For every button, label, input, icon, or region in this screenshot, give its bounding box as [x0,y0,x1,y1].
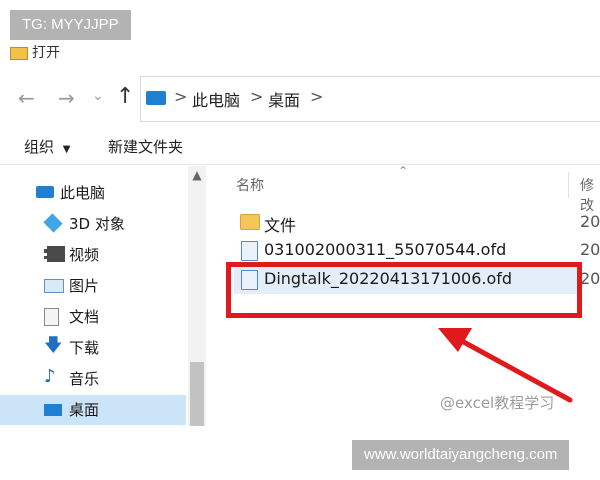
download-arrow-icon: 🡇 [44,335,63,356]
back-button[interactable]: ← [18,86,35,110]
window-title: 打开 [32,45,60,61]
sidebar-item-pictures[interactable]: 图片 [0,271,186,301]
scrollbar-thumb[interactable] [190,362,204,426]
sidebar-item-music[interactable]: ♪ 音乐 [0,364,186,394]
watermark-badge-top: TG: MYYJJPP [10,10,131,40]
sidebar-item-label: 此电脑 [60,184,106,202]
sidebar-item-this-pc[interactable]: 此电脑 [0,178,186,208]
this-pc-icon [36,186,54,198]
cube-3d-icon [43,213,63,233]
command-toolbar [0,128,600,165]
film-icon [44,246,65,262]
this-pc-icon [146,91,166,105]
sidebar-item-label: 下载 [69,339,100,357]
sidebar-item-desktop[interactable]: 桌面 [0,395,186,425]
recent-locations-button[interactable]: ⌄ [92,88,104,104]
up-button[interactable]: ↑ [116,84,134,109]
sidebar-item-3d-objects[interactable]: 3D 对象 [0,209,186,239]
sidebar-item-label: 音乐 [69,370,100,388]
picture-icon [44,279,64,293]
title-bar [0,40,600,66]
sidebar-item-label: 桌面 [69,401,100,419]
chevron-right-icon[interactable]: > [174,87,187,106]
file-date: 202 [580,212,600,231]
chevron-right-icon[interactable]: > [250,87,263,106]
organize-button[interactable]: 组织 ▼ [24,136,71,157]
caret-down-icon: ▼ [62,144,71,155]
column-divider [568,172,569,198]
file-date: 202 [580,240,600,259]
sidebar-item-label: 图片 [69,277,100,295]
column-header-name[interactable]: 名称 [236,175,264,195]
organize-label: 组织 [24,138,55,156]
sidebar-item-label: 视频 [69,246,100,264]
sidebar-item-label: 3D 对象 [69,215,125,233]
overlay-watermark: @excel教程学习 [440,394,555,412]
sidebar-item-label: 文档 [69,308,100,326]
folder-icon [10,47,28,60]
music-note-icon: ♪ [44,366,56,387]
desktop-icon [44,404,62,416]
sidebar-item-downloads[interactable]: 🡇 下载 [0,333,186,363]
chevron-right-icon[interactable]: > [310,87,323,106]
new-folder-button[interactable]: 新建文件夹 [108,136,183,157]
folder-icon [240,214,260,230]
breadcrumb-desktop[interactable]: 桌面 [268,87,300,111]
column-header-modified[interactable]: 修改 [580,175,600,215]
sort-indicator-icon: ⌃ [398,164,409,178]
breadcrumb-this-pc[interactable]: 此电脑 [192,87,240,111]
sidebar-item-videos[interactable]: 视频 [0,240,186,270]
scroll-up-icon[interactable]: ▲ [188,166,206,184]
sidebar-item-documents[interactable]: 文档 [0,302,186,332]
ofd-file-icon [241,241,258,261]
annotation-highlight-box [226,262,582,318]
forward-button[interactable]: → [58,86,75,110]
file-name[interactable]: 031002000311_55070544.ofd [264,240,506,259]
watermark-badge-bottom: www.worldtaiyangcheng.com [352,440,570,470]
file-name[interactable]: 文件 [264,212,296,236]
navigation-pane: 此电脑 3D 对象 视频 图片 文档 🡇 下载 ♪ 音乐 桌面 [0,166,188,426]
document-icon [44,308,59,326]
file-date: 20 [580,269,600,288]
